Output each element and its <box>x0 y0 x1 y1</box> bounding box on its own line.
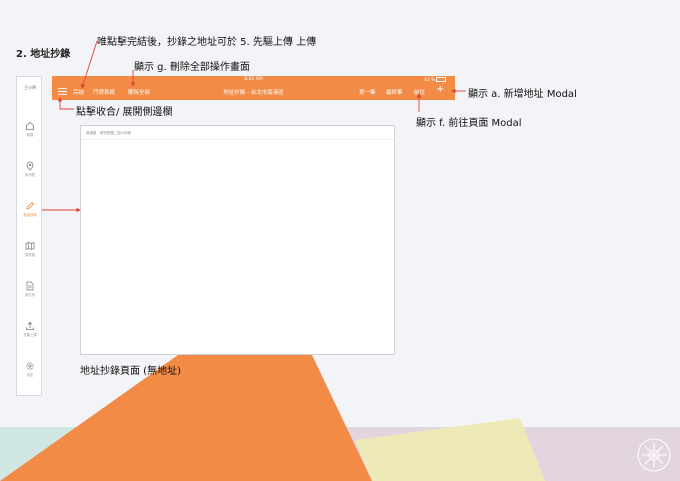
page-caption: 地址抄錄頁面 (無地址) <box>80 366 181 377</box>
annotation-arrows <box>42 40 466 213</box>
finish-note: 唯點擊完結後，抄錄之地址可於 5. 先驅上傳 上傳 <box>97 37 317 48</box>
add-address-note: 顯示 a. 新增地址 Modal <box>468 89 577 100</box>
delete-all-note: 顯示 g. 刪除全部操作畫面 <box>134 62 250 73</box>
goto-note: 顯示 f. 前往頁面 Modal <box>416 118 522 129</box>
collapse-note: 點擊收合/ 展開側邊欄 <box>76 107 173 118</box>
